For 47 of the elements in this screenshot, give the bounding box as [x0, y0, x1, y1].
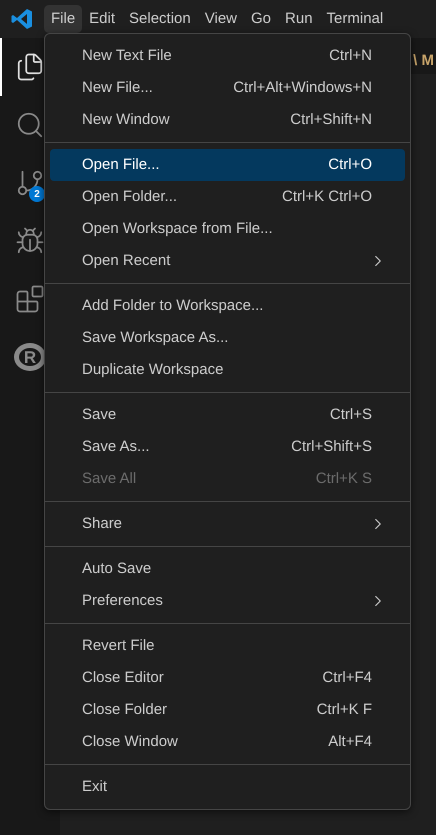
menu-bar-item[interactable]: Terminal: [320, 5, 390, 33]
shortcut-text: Ctrl+S: [330, 404, 373, 425]
menu-item[interactable]: Save Ctrl+S: [50, 399, 405, 431]
menu-item[interactable]: Save Workspace As...: [50, 322, 405, 354]
search-icon[interactable]: [15, 110, 45, 140]
shortcut-text: Ctrl+Alt+Windows+N: [233, 78, 373, 98]
menu-bar-item[interactable]: View: [198, 5, 244, 33]
menu-item[interactable]: Share: [50, 508, 405, 540]
shortcut-text: Ctrl+O: [328, 154, 373, 175]
menu-item[interactable]: Preferences: [50, 585, 405, 617]
menu-bar-item[interactable]: Go: [244, 5, 278, 33]
shortcut-text: Ctrl+K F: [316, 700, 373, 720]
menu-item[interactable]: Close Folder Ctrl+K F: [50, 694, 405, 726]
menu-item[interactable]: Add Folder to Workspace...: [50, 290, 405, 322]
menu-bar-item[interactable]: File: [44, 5, 82, 33]
shortcut-text: Alt+F4: [328, 732, 373, 752]
blocks-icon[interactable]: [15, 284, 45, 314]
shortcut-text: Ctrl+N: [329, 46, 373, 66]
files-icon[interactable]: [15, 52, 45, 82]
bug-icon[interactable]: [15, 226, 45, 256]
branch-icon[interactable]: [15, 168, 45, 198]
breadcrumb-text: \ M: [413, 51, 434, 71]
menu-item[interactable]: New Text File Ctrl+N: [50, 40, 405, 72]
menu-item[interactable]: Close Window Alt+F4: [50, 726, 405, 758]
count-badge: 2: [29, 186, 45, 202]
menu-item[interactable]: Duplicate Workspace: [50, 354, 405, 386]
shortcut-text: Ctrl+Shift+S: [291, 436, 373, 457]
menu-item[interactable]: New Window Ctrl+Shift+N: [50, 104, 405, 136]
menu-item[interactable]: Open Recent: [50, 245, 405, 277]
menu-item[interactable]: Open File... Ctrl+O: [50, 149, 405, 181]
menu-item[interactable]: New File... Ctrl+Alt+Windows+N: [50, 72, 405, 104]
menu-bar-item[interactable]: Selection: [122, 5, 198, 33]
active-indicator: [0, 38, 2, 96]
menu-item[interactable]: Auto Save: [50, 553, 405, 585]
menu-item[interactable]: Revert File: [50, 630, 405, 662]
shortcut-text: Ctrl+Shift+N: [290, 110, 373, 130]
shortcut-text: Ctrl+F4: [322, 668, 373, 688]
menu-item[interactable]: Exit: [50, 771, 405, 803]
menu-item[interactable]: Open Workspace from File...: [50, 213, 405, 245]
menu-item[interactable]: Save As... Ctrl+Shift+S: [50, 431, 405, 463]
menu-bar-item[interactable]: Edit: [82, 5, 122, 33]
menu-item[interactable]: Open Folder... Ctrl+K Ctrl+O: [50, 181, 405, 213]
logo-icon: [10, 7, 34, 31]
shortcut-text: Ctrl+K Ctrl+O: [282, 186, 373, 207]
menu-bar-item[interactable]: Run: [278, 5, 320, 33]
shortcut-text: Ctrl+K S: [316, 468, 373, 489]
menu-item[interactable]: Close Editor Ctrl+F4: [50, 662, 405, 694]
